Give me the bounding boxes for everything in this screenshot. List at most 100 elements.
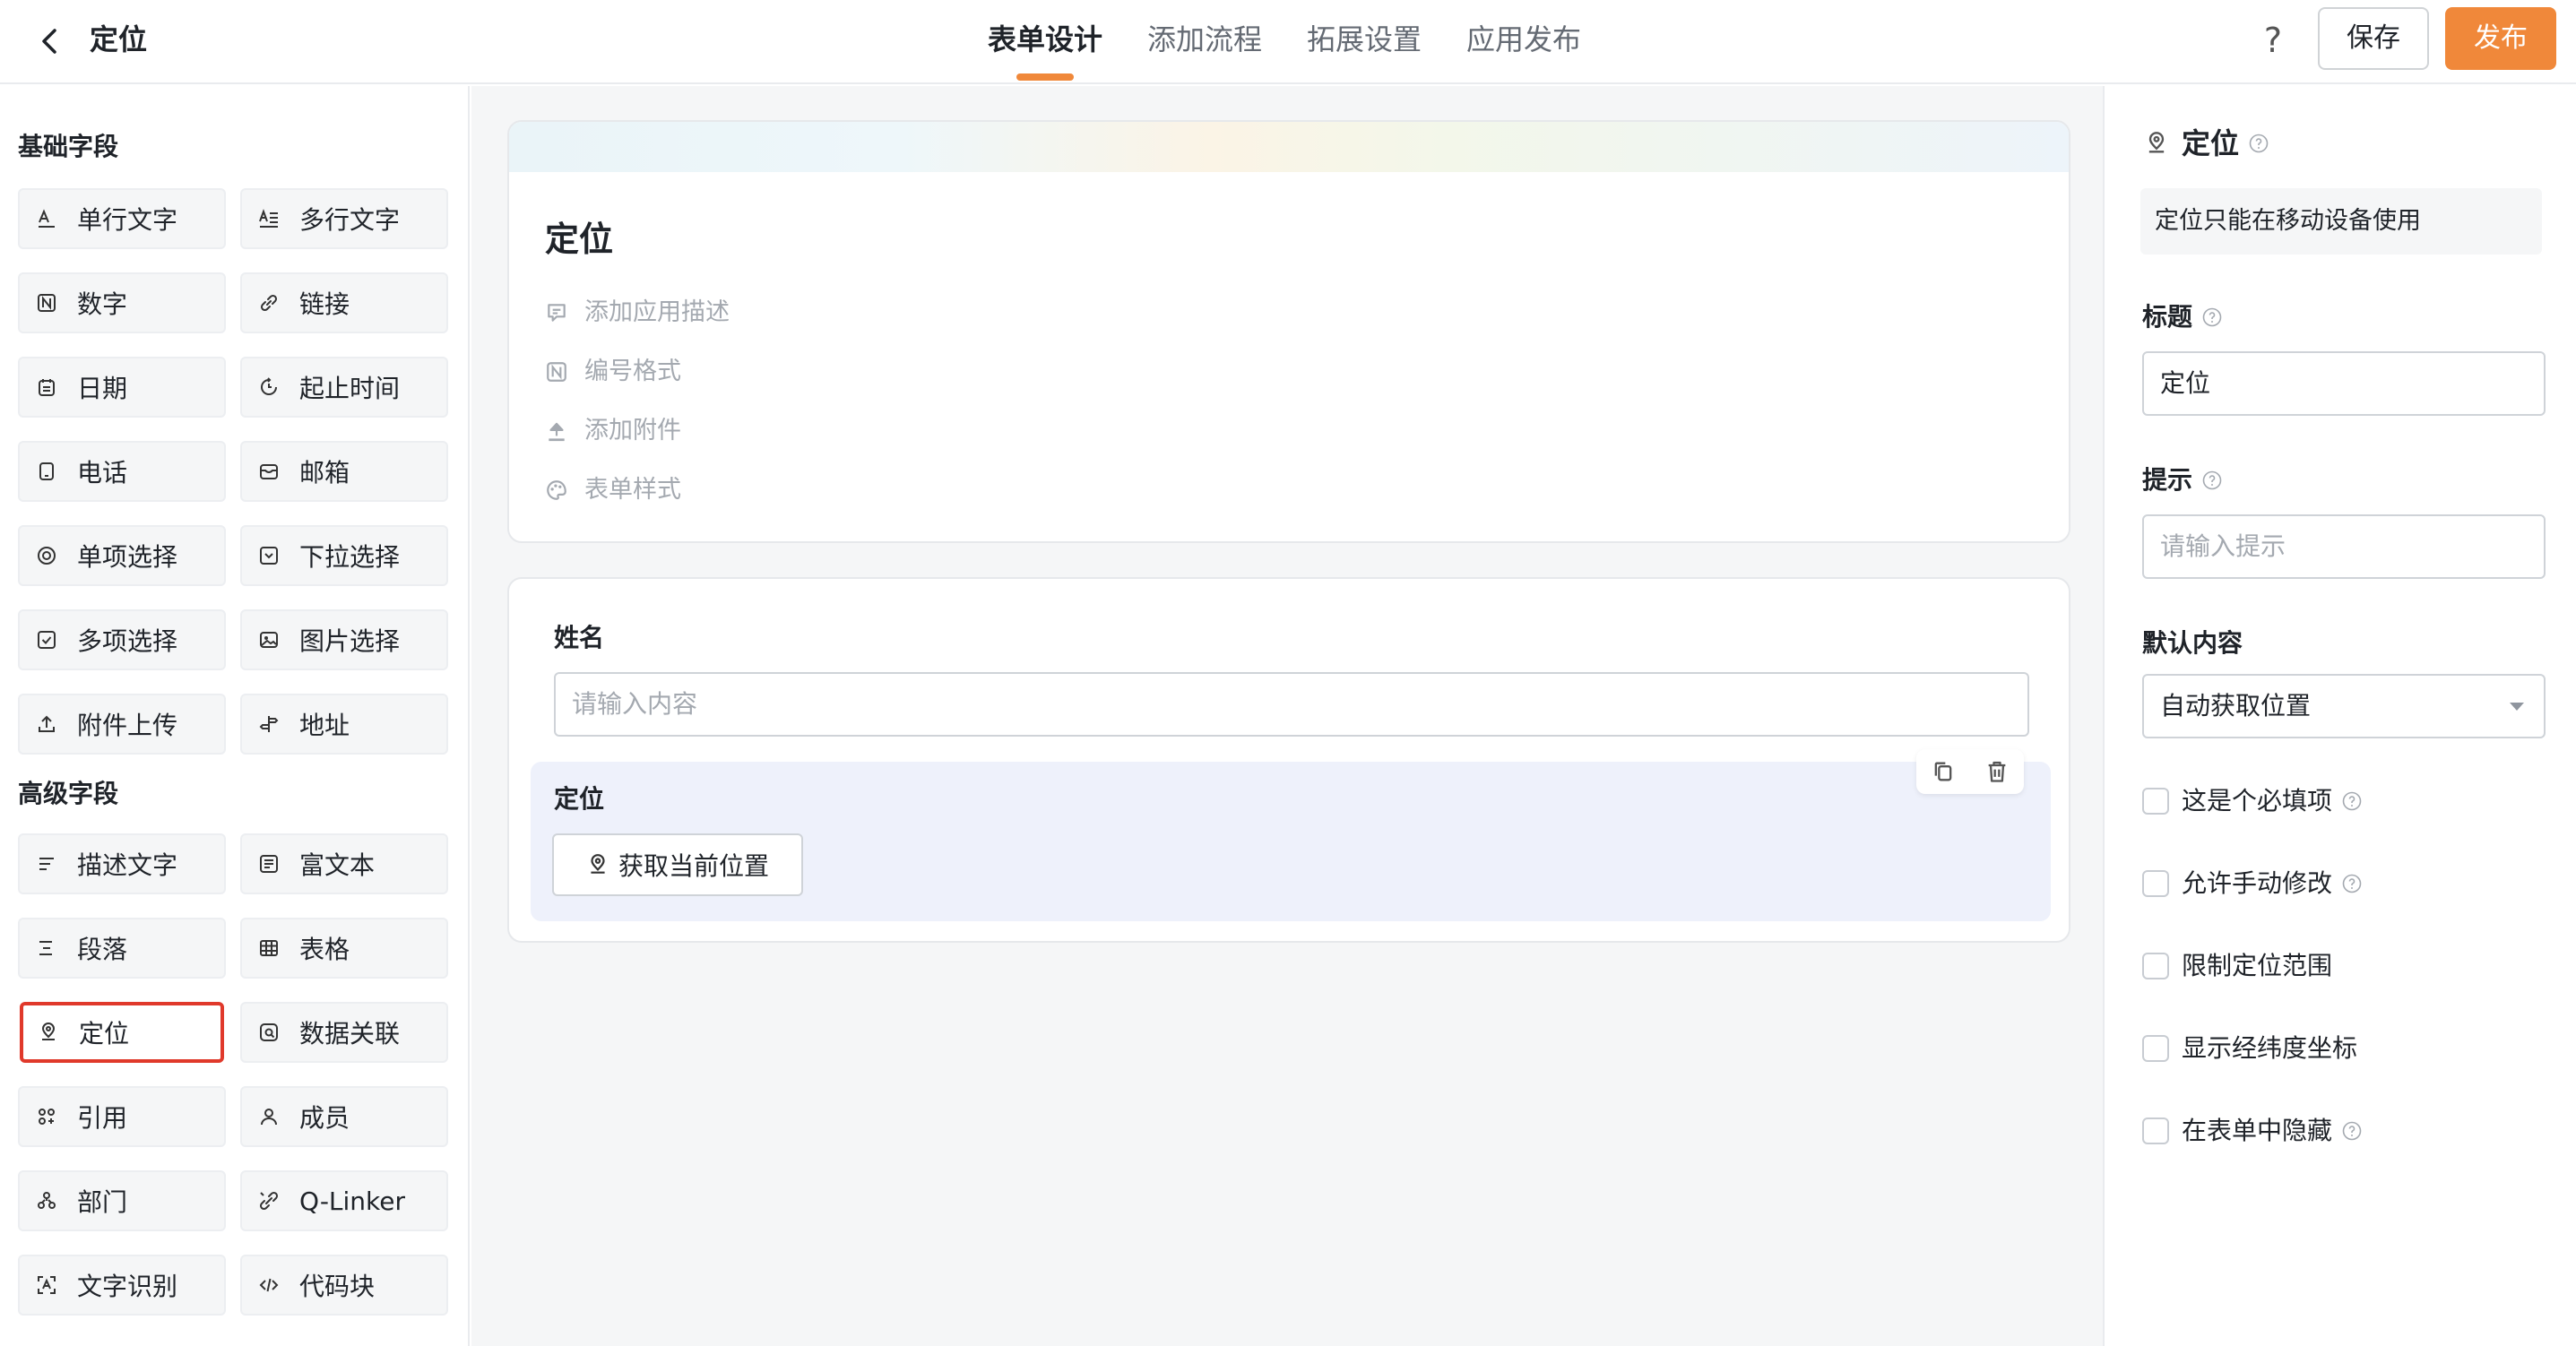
default-label-row: 默认内容 [2142, 626, 2243, 661]
phone-icon [36, 461, 57, 482]
hint-input[interactable]: 请输入提示 [2142, 514, 2546, 579]
field-multi-line-text[interactable]: 多行文字 [240, 188, 448, 249]
required-checkbox[interactable] [2142, 788, 2169, 815]
show-coordinates-checkbox[interactable] [2142, 1035, 2169, 1062]
location-field-selected[interactable]: 定位 获取当前位置 [531, 749, 2051, 921]
member-icon [258, 1106, 280, 1127]
checkbox-icon [36, 629, 57, 651]
name-input[interactable]: 请输入内容 [554, 672, 2029, 737]
question-icon[interactable] [2341, 790, 2363, 812]
back-arrow-icon[interactable] [32, 23, 68, 59]
field-description[interactable]: 描述文字 [18, 833, 226, 894]
delete-icon[interactable] [1984, 759, 2010, 784]
field-link[interactable]: 链接 [240, 272, 448, 333]
copy-icon[interactable] [1931, 759, 1956, 784]
reference-icon [36, 1106, 57, 1127]
multi-line-text-icon [258, 208, 280, 229]
single-line-text-icon [36, 208, 57, 229]
properties-title: 定位 [2182, 126, 2240, 160]
header-banner [509, 122, 2069, 172]
limit-range-checkbox[interactable] [2142, 953, 2169, 979]
field-date[interactable]: 日期 [18, 357, 226, 418]
add-description-item[interactable]: 添加应用描述 [545, 296, 730, 330]
question-icon[interactable] [2248, 133, 2269, 154]
field-table[interactable]: 表格 [240, 918, 448, 979]
field-address[interactable]: 地址 [240, 694, 448, 755]
main-tabs: 表单设计 添加流程 拓展设置 应用发布 [988, 0, 1626, 84]
code-icon [258, 1274, 280, 1296]
address-icon [258, 713, 280, 735]
field-reference[interactable]: 引用 [18, 1086, 226, 1147]
field-ocr[interactable]: 文字识别 [18, 1255, 226, 1316]
tab-form-design[interactable]: 表单设计 [988, 0, 1102, 84]
location-field-label: 定位 [554, 784, 605, 814]
form-body-card: 姓名 请输入内容 定位 获取当前位置 [507, 577, 2070, 943]
basic-fields-title: 基础字段 [18, 132, 119, 161]
form-title[interactable]: 定位 [545, 215, 613, 263]
location-icon [38, 1022, 59, 1043]
field-upload[interactable]: 附件上传 [18, 694, 226, 755]
mail-icon [258, 461, 280, 482]
field-rich-text[interactable]: 富文本 [240, 833, 448, 894]
title-label-row: 标题 [2142, 299, 2223, 335]
ocr-icon [36, 1274, 57, 1296]
save-button[interactable]: 保存 [2318, 7, 2429, 70]
mobile-only-note: 定位只能在移动设备使用 [2140, 188, 2542, 255]
add-attachment-item[interactable]: 添加附件 [545, 414, 681, 448]
number-format-icon [545, 360, 568, 384]
hide-in-form-option[interactable]: 在表单中隐藏 [2142, 1113, 2363, 1149]
hint-label: 提示 [2142, 465, 2193, 495]
field-department[interactable]: 部门 [18, 1170, 226, 1231]
field-member[interactable]: 成员 [240, 1086, 448, 1147]
upload-icon [36, 713, 57, 735]
field-single-line-text[interactable]: 单行文字 [18, 188, 226, 249]
properties-panel: 定位 定位只能在移动设备使用 标题 定位 提示 请输入提示 默认内容 自动获取位… [2103, 86, 2576, 1346]
required-option[interactable]: 这是个必填项 [2142, 783, 2363, 819]
field-code-block[interactable]: 代码块 [240, 1255, 448, 1316]
name-field-label: 姓名 [554, 623, 605, 652]
question-icon[interactable] [2201, 470, 2223, 491]
location-icon [586, 853, 609, 876]
number-icon [36, 292, 57, 314]
form-header-card[interactable]: 定位 添加应用描述 编号格式 添加附件 表单样式 [507, 120, 2070, 543]
field-number[interactable]: 数字 [18, 272, 226, 333]
tab-extension-settings[interactable]: 拓展设置 [1307, 0, 1422, 84]
field-location[interactable]: 定位 [20, 1002, 224, 1063]
comment-icon [545, 301, 568, 324]
show-coordinates-option[interactable]: 显示经纬度坐标 [2142, 1031, 2357, 1066]
default-content-value: 自动获取位置 [2160, 691, 2312, 720]
publish-button[interactable]: 发布 [2445, 7, 2556, 70]
field-dropdown[interactable]: 下拉选择 [240, 525, 448, 586]
field-paragraph[interactable]: 段落 [18, 918, 226, 979]
question-icon[interactable] [2341, 873, 2363, 894]
field-time-range[interactable]: 起止时间 [240, 357, 448, 418]
number-format-item[interactable]: 编号格式 [545, 355, 681, 389]
field-checkbox[interactable]: 多项选择 [18, 609, 226, 670]
limit-range-option[interactable]: 限制定位范围 [2142, 948, 2332, 984]
field-q-linker[interactable]: Q-Linker [240, 1170, 448, 1231]
allow-manual-edit-option[interactable]: 允许手动修改 [2142, 866, 2363, 902]
tab-add-process[interactable]: 添加流程 [1147, 0, 1262, 84]
field-phone[interactable]: 电话 [18, 441, 226, 502]
question-icon[interactable] [2341, 1120, 2363, 1142]
image-icon [258, 629, 280, 651]
form-style-item[interactable]: 表单样式 [545, 473, 681, 507]
get-current-location-button[interactable]: 获取当前位置 [552, 833, 803, 896]
default-content-label: 默认内容 [2142, 628, 2243, 658]
title-label: 标题 [2142, 302, 2193, 332]
question-icon[interactable] [2201, 306, 2223, 328]
hide-in-form-checkbox[interactable] [2142, 1117, 2169, 1144]
field-radio[interactable]: 单项选择 [18, 525, 226, 586]
field-data-link[interactable]: 数据关联 [240, 1002, 448, 1063]
location-icon [2144, 131, 2169, 156]
default-content-select[interactable]: 自动获取位置 [2142, 674, 2546, 738]
top-bar: 定位 表单设计 添加流程 拓展设置 应用发布 ? 保存 发布 [0, 0, 2576, 84]
tab-app-publish[interactable]: 应用发布 [1466, 0, 1581, 84]
help-icon[interactable]: ? [2253, 18, 2293, 63]
field-mail[interactable]: 邮箱 [240, 441, 448, 502]
field-image-select[interactable]: 图片选择 [240, 609, 448, 670]
title-input[interactable]: 定位 [2142, 351, 2546, 416]
hint-label-row: 提示 [2142, 462, 2223, 498]
advanced-fields-title: 高级字段 [18, 779, 119, 808]
allow-manual-edit-checkbox[interactable] [2142, 870, 2169, 897]
